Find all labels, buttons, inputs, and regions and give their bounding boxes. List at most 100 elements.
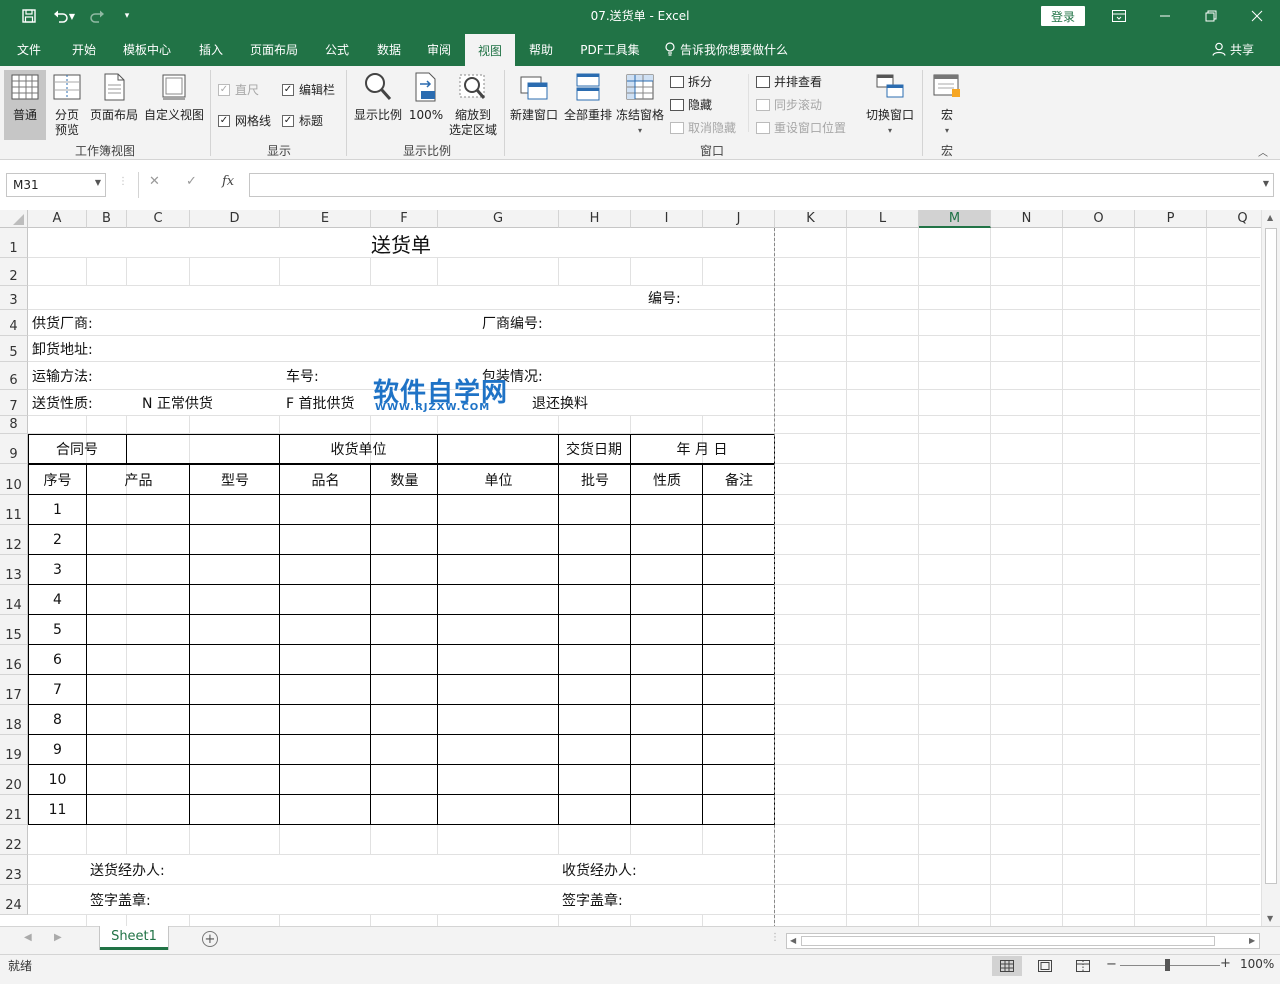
row-header-2[interactable]: 2 xyxy=(0,258,28,286)
expand-formula-bar-icon[interactable]: ▼ xyxy=(1263,179,1269,188)
zoom-slider[interactable] xyxy=(1120,965,1220,966)
split-button[interactable]: 拆分 xyxy=(670,73,712,90)
row-header-18[interactable]: 18 xyxy=(0,705,28,735)
seq-number-cell[interactable]: 11 xyxy=(28,795,87,825)
formula-bar-checkbox[interactable]: ✓ 编辑栏 xyxy=(282,81,335,98)
tab-pdf-tools[interactable]: PDF工具集 xyxy=(574,32,646,66)
page-layout-view-button[interactable]: 页面布局 xyxy=(88,70,140,123)
row-header-15[interactable]: 15 xyxy=(0,615,28,645)
insert-function-icon[interactable]: fx xyxy=(222,174,234,189)
share-button[interactable]: 共享 xyxy=(1212,32,1254,66)
scroll-left-icon[interactable]: ◀ xyxy=(790,936,796,945)
row-header-17[interactable]: 17 xyxy=(0,675,28,705)
row-header-11[interactable]: 11 xyxy=(0,495,28,525)
row-header-4[interactable]: 4 xyxy=(0,310,28,336)
row-header-14[interactable]: 14 xyxy=(0,585,28,615)
view-side-by-side-button[interactable]: 并排查看 xyxy=(756,73,822,90)
row-header-19[interactable]: 19 xyxy=(0,735,28,765)
tab-split-grip-icon[interactable]: ⋮ xyxy=(770,932,780,943)
seq-number-cell[interactable]: 5 xyxy=(28,615,87,645)
arrange-all-button[interactable]: 全部重排 xyxy=(562,70,614,123)
column-header-o[interactable]: O xyxy=(1063,210,1135,228)
name-box[interactable]: M31 ▼ xyxy=(6,173,106,197)
save-icon[interactable] xyxy=(16,0,42,32)
enter-icon[interactable]: ✓ xyxy=(186,174,197,189)
tell-me-search[interactable]: 告诉我你想要做什么 xyxy=(664,32,788,66)
seq-number-cell[interactable]: 2 xyxy=(28,525,87,555)
seq-number-cell[interactable]: 4 xyxy=(28,585,87,615)
reset-window-position-button[interactable]: 重设窗口位置 xyxy=(756,119,846,136)
seq-number-cell[interactable]: 8 xyxy=(28,705,87,735)
row-header-1[interactable]: 1 xyxy=(0,228,28,258)
tab-home[interactable]: 开始 xyxy=(62,32,106,66)
unhide-button[interactable]: 取消隐藏 xyxy=(670,119,736,136)
next-sheet-icon[interactable]: ▶ xyxy=(54,932,62,943)
column-header-g[interactable]: G xyxy=(438,210,559,228)
ruler-checkbox[interactable]: ✓ 直尺 xyxy=(218,81,259,98)
scroll-up-icon[interactable]: ▲ xyxy=(1267,213,1273,222)
column-header-m[interactable]: M xyxy=(919,210,991,228)
column-header-e[interactable]: E xyxy=(280,210,371,228)
vertical-scroll-thumb[interactable] xyxy=(1265,228,1277,884)
login-button[interactable]: 登录 xyxy=(1041,6,1085,26)
zoom-level[interactable]: 100% xyxy=(1240,957,1274,971)
row-header-6[interactable]: 6 xyxy=(0,362,28,390)
zoom-button[interactable]: 显示比例 xyxy=(352,70,404,123)
tab-file[interactable]: 文件 xyxy=(8,32,50,66)
name-box-dropdown-icon[interactable]: ▼ xyxy=(95,178,101,187)
zoom-to-selection-button[interactable]: 缩放到 选定区域 xyxy=(446,70,500,138)
sheet-tab-sheet1[interactable]: Sheet1 xyxy=(100,926,168,950)
ribbon-display-options-icon[interactable] xyxy=(1096,0,1142,32)
macros-button[interactable]: 宏 ▾ xyxy=(928,70,966,138)
collapse-ribbon-icon[interactable]: ︿ xyxy=(1258,144,1268,159)
restore-icon[interactable] xyxy=(1188,0,1234,32)
formula-input[interactable]: ▼ xyxy=(249,173,1274,197)
column-header-n[interactable]: N xyxy=(991,210,1063,228)
seq-number-cell[interactable]: 7 xyxy=(28,675,87,705)
worksheet-grid[interactable]: ABCDEFGHIJKLMNOPQ 1 2 3 4 5 6 7 8 9 10 11 12 13 14 15 1… xyxy=(0,210,1280,926)
freeze-panes-button[interactable]: 冻结窗格 ▾ xyxy=(614,70,666,138)
row-header-9[interactable]: 9 xyxy=(0,434,28,464)
row-header-7[interactable]: 7 xyxy=(0,390,28,416)
gridlines-checkbox[interactable]: ✓ 网格线 xyxy=(218,112,271,129)
row-header-21[interactable]: 21 xyxy=(0,795,28,825)
column-header-i[interactable]: I xyxy=(631,210,703,228)
zoom-out-icon[interactable]: − xyxy=(1106,957,1117,972)
row-header-8[interactable]: 8 xyxy=(0,416,28,434)
horizontal-scroll-thumb[interactable] xyxy=(801,936,1215,946)
new-window-button[interactable]: 新建窗口 xyxy=(508,70,560,123)
redo-icon[interactable] xyxy=(84,0,110,32)
column-header-b[interactable]: B xyxy=(87,210,127,228)
column-header-k[interactable]: K xyxy=(775,210,847,228)
synchronous-scrolling-button[interactable]: 同步滚动 xyxy=(756,96,822,113)
tab-help[interactable]: 帮助 xyxy=(520,32,562,66)
column-header-l[interactable]: L xyxy=(847,210,919,228)
customize-qat-icon[interactable]: ▾ xyxy=(114,0,140,32)
switch-windows-button[interactable]: 切换窗口 ▾ xyxy=(862,70,918,138)
cancel-icon[interactable]: ✕ xyxy=(149,174,160,189)
undo-dropdown-icon[interactable]: ▼ xyxy=(66,0,78,32)
seq-number-cell[interactable]: 6 xyxy=(28,645,87,675)
column-header-d[interactable]: D xyxy=(190,210,280,228)
column-header-j[interactable]: J xyxy=(703,210,775,228)
seq-number-cell[interactable]: 9 xyxy=(28,735,87,765)
row-header-13[interactable]: 13 xyxy=(0,555,28,585)
add-sheet-icon[interactable]: + xyxy=(202,931,218,947)
page-layout-status-icon[interactable] xyxy=(1030,956,1060,976)
headings-checkbox[interactable]: ✓ 标题 xyxy=(282,112,323,129)
row-header-3[interactable]: 3 xyxy=(0,286,28,310)
tab-review[interactable]: 审阅 xyxy=(418,32,460,66)
row-header-23[interactable]: 23 xyxy=(0,855,28,885)
page-break-status-icon[interactable] xyxy=(1068,956,1098,976)
column-header-a[interactable]: A xyxy=(28,210,87,228)
tab-formulas[interactable]: 公式 xyxy=(316,32,358,66)
row-header-10[interactable]: 10 xyxy=(0,464,28,495)
minimize-icon[interactable] xyxy=(1142,0,1188,32)
tab-template-center[interactable]: 模板中心 xyxy=(116,32,178,66)
select-all-corner[interactable] xyxy=(0,210,28,228)
prev-sheet-icon[interactable]: ◀ xyxy=(24,932,32,943)
hide-button[interactable]: 隐藏 xyxy=(670,96,712,113)
scroll-right-icon[interactable]: ▶ xyxy=(1249,936,1255,945)
tab-view[interactable]: 视图 xyxy=(465,34,515,66)
seq-number-cell[interactable]: 1 xyxy=(28,495,87,525)
